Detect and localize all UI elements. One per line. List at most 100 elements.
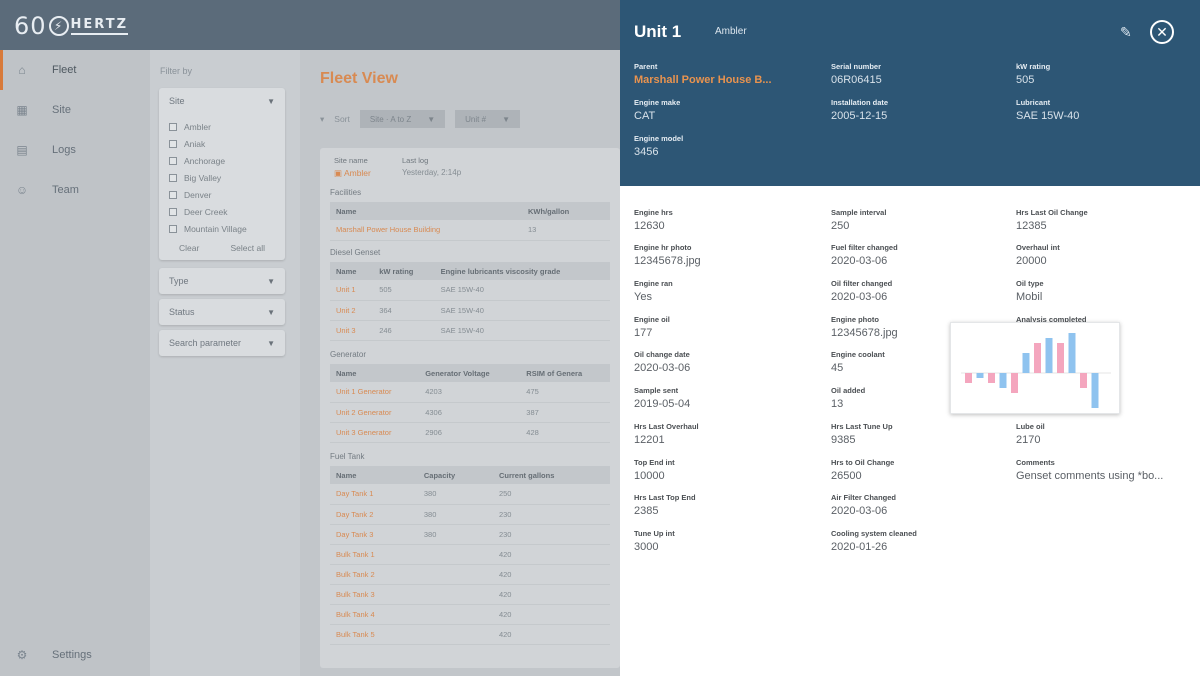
close-icon[interactable]: ✕ [1150, 20, 1174, 44]
generator-title: Generator [330, 350, 367, 359]
column-header[interactable]: Current gallons [492, 466, 610, 484]
table-row[interactable]: Unit 3 246 SAE 15W-40 [330, 320, 610, 341]
tank-capacity: 380 [417, 484, 493, 505]
kw-rating: 505 [373, 280, 435, 301]
app-logo[interactable]: 60 ⚡ HERTZ [14, 12, 129, 40]
field-label: Sample sent [634, 386, 679, 395]
generator-voltage: 2906 [419, 422, 521, 443]
site-filter-header[interactable]: Site ▼ [159, 88, 285, 114]
table-row[interactable]: Day Tank 1 380 250 [330, 484, 610, 505]
edit-icon[interactable]: ✎ [1120, 24, 1136, 40]
column-header[interactable]: Name [330, 466, 418, 484]
sidebar-item-site[interactable]: ▦ Site [0, 90, 150, 130]
tank-name[interactable]: Bulk Tank 2 [330, 564, 418, 585]
caret-down-icon: ▼ [427, 114, 436, 124]
site-option[interactable]: Aniak [169, 135, 275, 152]
column-header[interactable]: Generator Voltage [419, 364, 521, 382]
tank-name[interactable]: Day Tank 3 [330, 524, 418, 545]
detail-subtitle: Ambler [715, 26, 747, 37]
column-header[interactable]: Name [330, 262, 374, 280]
column-header[interactable]: kW rating [373, 262, 435, 280]
kw-rating: 364 [373, 300, 435, 321]
unit-name[interactable]: Unit 2 [330, 300, 374, 321]
status-filter[interactable]: Status ▼ [159, 299, 285, 325]
site-option[interactable]: Ambler [169, 118, 275, 135]
field-value: 2020-03-06 [831, 255, 888, 267]
site-option[interactable]: Mountain Village [169, 220, 275, 237]
site-option[interactable]: Denver [169, 186, 275, 203]
search-parameter-filter[interactable]: Search parameter ▼ [159, 330, 285, 356]
table-row[interactable]: Bulk Tank 4 420 [330, 604, 610, 625]
field-label: Engine model [634, 134, 684, 143]
table-row[interactable]: Unit 1 Generator 4203 475 [330, 382, 610, 403]
lubricant-field: Lubricant SAE 15W-40 [1016, 98, 1196, 122]
tank-name[interactable]: Day Tank 2 [330, 504, 418, 525]
table-row[interactable]: Marshall Power House Building 13 [330, 220, 610, 241]
generator-name[interactable]: Unit 1 Generator [330, 382, 420, 403]
field-label: Engine ran [634, 279, 673, 288]
site-name-value: Ambler [343, 168, 371, 178]
tank-name[interactable]: Bulk Tank 3 [330, 584, 418, 605]
column-header[interactable]: RSIM of Genera [520, 364, 610, 382]
column-header[interactable]: Name [330, 364, 420, 382]
site-option[interactable]: Deer Creek [169, 203, 275, 220]
table-row[interactable]: Unit 3 Generator 2906 428 [330, 422, 610, 443]
checkbox[interactable] [169, 207, 177, 216]
site-name-link[interactable]: ▣ Ambler [334, 168, 371, 179]
generator-name[interactable]: Unit 2 Generator [330, 402, 420, 423]
generator-name[interactable]: Unit 3 Generator [330, 422, 420, 443]
table-row[interactable]: Day Tank 2 380 230 [330, 504, 610, 525]
sidebar-item-team[interactable]: ☺ Team [0, 170, 150, 210]
column-header[interactable]: Capacity [417, 466, 493, 484]
sort-select[interactable]: Site · A to Z ▼ [359, 110, 446, 128]
checkbox[interactable] [169, 122, 177, 131]
detail-field: Cooling system cleaned 2020-01-26 [831, 529, 1011, 553]
sidebar-item-fleet[interactable]: ⌂ Fleet [0, 50, 150, 90]
table-row[interactable]: Unit 2 364 SAE 15W-40 [330, 300, 610, 321]
parent-link[interactable]: Marshall Power House B... [634, 74, 814, 86]
sidebar-item-logs[interactable]: ▤ Logs [0, 130, 150, 170]
field-label: Hrs Last Tune Up [831, 422, 893, 431]
detail-field: Oil change date 2020-03-06 [634, 350, 814, 374]
field-label: Engine oil [634, 315, 670, 324]
team-icon: ☺ [15, 183, 29, 197]
sort-select-2[interactable]: Unit # ▼ [455, 110, 520, 128]
tank-name[interactable]: Day Tank 1 [330, 484, 418, 505]
last-log-value: Yesterday, 2:14p [402, 168, 462, 177]
select-all-button[interactable]: Select all [231, 243, 266, 253]
checkbox[interactable] [169, 190, 177, 199]
unit-name[interactable]: Unit 3 [330, 320, 374, 341]
table-row[interactable]: Bulk Tank 1 420 [330, 544, 610, 565]
unit-name[interactable]: Unit 1 [330, 280, 374, 301]
detail-field: Comments Genset comments using *bo... [1016, 458, 1196, 482]
column-header[interactable]: Engine lubricants viscosity grade [434, 262, 610, 280]
table-row[interactable]: Unit 2 Generator 4306 387 [330, 402, 610, 423]
site-option[interactable]: Anchorage [169, 152, 275, 169]
bolt-icon: ⚡ [48, 16, 69, 36]
table-row[interactable]: Bulk Tank 2 420 [330, 564, 610, 585]
checkbox[interactable] [169, 139, 177, 148]
column-header[interactable]: Name [330, 202, 523, 220]
site-icon: ▦ [16, 103, 28, 117]
sidebar-item-settings[interactable]: ⚙ Settings [0, 635, 150, 675]
table-row[interactable]: Bulk Tank 5 420 [330, 624, 610, 645]
tank-name[interactable]: Bulk Tank 1 [330, 544, 418, 565]
analysis-chart-thumbnail[interactable] [950, 322, 1120, 414]
unit-detail-panel: Unit 1 Ambler ✎ ✕ Parent Marshall Power … [620, 0, 1200, 676]
checkbox[interactable] [169, 156, 177, 165]
site-option-label: Anchorage [184, 155, 226, 166]
facility-name[interactable]: Marshall Power House Building [330, 220, 523, 241]
tank-name[interactable]: Bulk Tank 4 [330, 604, 418, 625]
checkbox[interactable] [169, 173, 177, 182]
table-row[interactable]: Bulk Tank 3 420 [330, 584, 610, 605]
site-option[interactable]: Big Valley [169, 169, 275, 186]
table-row[interactable]: Day Tank 3 380 230 [330, 524, 610, 545]
column-header[interactable]: KWh/gallon [522, 202, 610, 220]
tank-name[interactable]: Bulk Tank 5 [330, 624, 418, 645]
analysis-chart [961, 333, 1111, 408]
table-row[interactable]: Unit 1 505 SAE 15W-40 [330, 280, 610, 301]
type-filter[interactable]: Type ▼ [159, 268, 285, 294]
checkbox[interactable] [169, 224, 177, 233]
clear-button[interactable]: Clear [179, 243, 199, 253]
field-label: Top End int [634, 458, 675, 467]
